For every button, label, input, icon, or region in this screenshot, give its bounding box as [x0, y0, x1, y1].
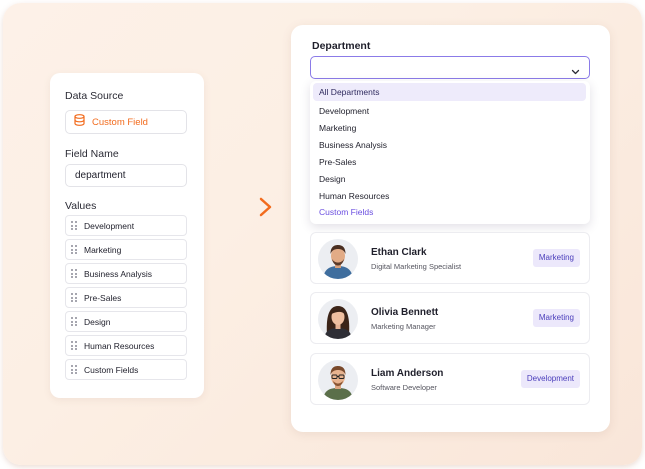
data-source-label: Data Source — [65, 90, 124, 102]
avatar — [318, 360, 358, 400]
value-item-label: Marketing — [84, 244, 122, 255]
user-role: Marketing Manager — [371, 322, 436, 331]
dropdown-option[interactable]: Design — [313, 170, 586, 188]
department-select[interactable] — [310, 56, 590, 79]
dropdown-option[interactable]: Development — [313, 102, 586, 120]
arrow-right-icon — [223, 196, 275, 223]
department-badge: Development — [520, 370, 580, 388]
data-source-value: Custom Field — [92, 116, 148, 128]
value-item-label: Development — [84, 220, 135, 231]
user-card[interactable]: Liam Anderson Software Developer Develop… — [310, 353, 590, 405]
user-name: Olivia Bennett — [371, 307, 439, 318]
user-role: Software Developer — [371, 383, 437, 392]
dropdown-option-custom-fields[interactable]: Custom Fields — [313, 203, 586, 221]
value-item[interactable]: Human Resources — [65, 335, 187, 356]
dropdown-option[interactable]: Marketing — [313, 119, 586, 137]
database-icon — [74, 113, 85, 131]
drag-handle-icon[interactable] — [71, 341, 77, 350]
value-item[interactable]: Business Analysis — [65, 263, 187, 284]
user-name: Liam Anderson — [371, 368, 444, 379]
value-item[interactable]: Development — [65, 215, 187, 236]
values-label: Values — [65, 200, 97, 212]
drag-handle-icon[interactable] — [71, 221, 77, 230]
dropdown-option-all-departments[interactable]: All Departments — [313, 83, 586, 101]
avatar — [318, 299, 358, 339]
value-item[interactable]: Custom Fields — [65, 359, 187, 380]
chevron-down-icon[interactable] — [571, 63, 580, 81]
department-dropdown-menu: All Departments Development Marketing Bu… — [310, 81, 590, 224]
field-config-panel: Data Source Custom Field Field Name depa… — [50, 73, 204, 398]
drag-handle-icon[interactable] — [71, 317, 77, 326]
value-item-label: Custom Fields — [84, 364, 139, 375]
department-badge: Marketing — [532, 309, 580, 327]
value-item[interactable]: Design — [65, 311, 187, 332]
field-name-label: Field Name — [65, 148, 119, 160]
field-name-input[interactable]: department — [65, 164, 187, 187]
value-item-label: Pre-Sales — [84, 292, 122, 303]
user-card[interactable]: Ethan Clark Digital Marketing Specialist… — [310, 232, 590, 284]
user-role: Digital Marketing Specialist — [371, 262, 462, 271]
drag-handle-icon[interactable] — [71, 245, 77, 254]
drag-handle-icon[interactable] — [71, 293, 77, 302]
value-item[interactable]: Marketing — [65, 239, 187, 260]
value-item-label: Design — [84, 316, 111, 327]
drag-handle-icon[interactable] — [71, 269, 77, 278]
values-list: Development Marketing Business Analysis … — [65, 215, 187, 383]
dropdown-option[interactable]: Pre-Sales — [313, 153, 586, 171]
department-filter-panel: Department All Departments Development M… — [291, 25, 610, 432]
department-label: Department — [312, 40, 371, 52]
value-item[interactable]: Pre-Sales — [65, 287, 187, 308]
avatar — [318, 239, 358, 279]
value-item-label: Business Analysis — [84, 268, 153, 279]
background-stage: Data Source Custom Field Field Name depa… — [3, 3, 642, 465]
drag-handle-icon[interactable] — [71, 365, 77, 374]
value-item-label: Human Resources — [84, 340, 155, 351]
data-source-select[interactable]: Custom Field — [65, 110, 187, 134]
department-badge: Marketing — [532, 249, 580, 267]
user-card[interactable]: Olivia Bennett Marketing Manager Marketi… — [310, 292, 590, 344]
user-name: Ethan Clark — [371, 247, 427, 258]
dropdown-option[interactable]: Business Analysis — [313, 136, 586, 154]
